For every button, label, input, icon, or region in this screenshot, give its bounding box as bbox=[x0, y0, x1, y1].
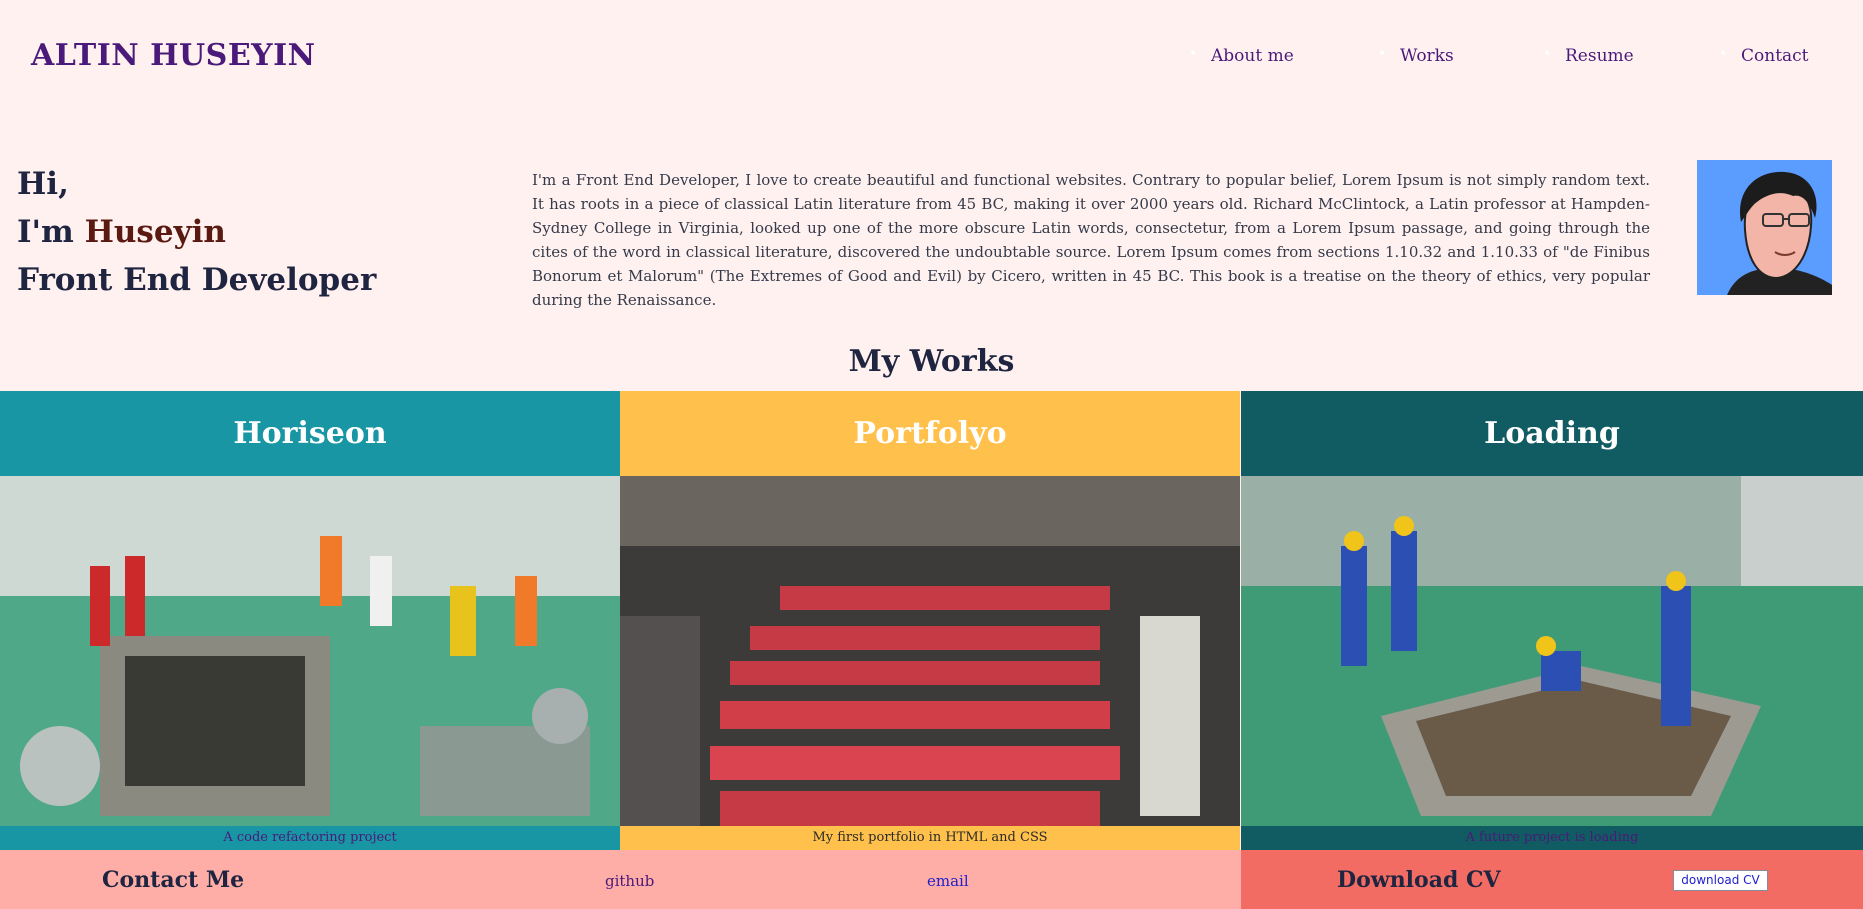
site-header: ALTIN HUSEYIN About me Works Resume Cont… bbox=[0, 0, 1863, 112]
site-brand[interactable]: ALTIN HUSEYIN bbox=[31, 38, 316, 73]
work-card-portfolyo[interactable]: Portfolyo My first portfolio in HTML and… bbox=[620, 391, 1240, 850]
work-card-loading[interactable]: Loading A future project is loading bbox=[1241, 391, 1863, 850]
email-link[interactable]: email bbox=[927, 872, 969, 890]
work-title[interactable]: Loading bbox=[1241, 391, 1863, 476]
avatar bbox=[1697, 160, 1832, 295]
work-title[interactable]: Horiseon bbox=[0, 391, 620, 476]
intro-heading: Hi, I'm Huseyin Front End Developer bbox=[17, 160, 376, 304]
nav-item-about[interactable]: About me bbox=[1189, 46, 1294, 66]
work-card-horiseon[interactable]: Horiseon A code refactoring project bbox=[0, 391, 620, 850]
download-cv-button[interactable]: download CV bbox=[1673, 870, 1768, 891]
circuit-board-image bbox=[0, 476, 620, 826]
memory-slots-image bbox=[620, 476, 1240, 826]
nav-item-resume[interactable]: Resume bbox=[1543, 46, 1634, 66]
work-caption: A future project is loading bbox=[1465, 830, 1639, 845]
intro-role: Front End Developer bbox=[17, 262, 377, 298]
work-image[interactable] bbox=[1241, 476, 1863, 826]
work-image[interactable] bbox=[620, 476, 1240, 826]
contact-title: Contact Me bbox=[102, 867, 245, 893]
about-text: I'm a Front End Developer, I love to cre… bbox=[532, 171, 1650, 309]
work-caption: My first portfolio in HTML and CSS bbox=[812, 830, 1048, 845]
intro-greeting: Hi, bbox=[17, 166, 69, 202]
avatar-illustration bbox=[1697, 160, 1832, 295]
intro-name: Huseyin bbox=[84, 214, 226, 250]
nav-item-contact[interactable]: Contact bbox=[1719, 46, 1808, 66]
download-cv-section: Download CV download CV bbox=[1241, 850, 1863, 909]
work-caption: A code refactoring project bbox=[223, 830, 397, 845]
github-link[interactable]: github bbox=[605, 872, 654, 890]
work-image[interactable] bbox=[0, 476, 620, 826]
works-title: My Works bbox=[848, 344, 1015, 379]
nav-item-works[interactable]: Works bbox=[1378, 46, 1454, 66]
work-title[interactable]: Portfolyo bbox=[620, 391, 1240, 476]
intro-prefix: I'm bbox=[17, 214, 85, 250]
contact-section: Contact Me github email bbox=[0, 850, 1241, 909]
intro-name-line: I'm Huseyin bbox=[17, 208, 376, 256]
download-cv-title: Download CV bbox=[1337, 867, 1501, 893]
cpu-socket-image bbox=[1241, 476, 1863, 826]
